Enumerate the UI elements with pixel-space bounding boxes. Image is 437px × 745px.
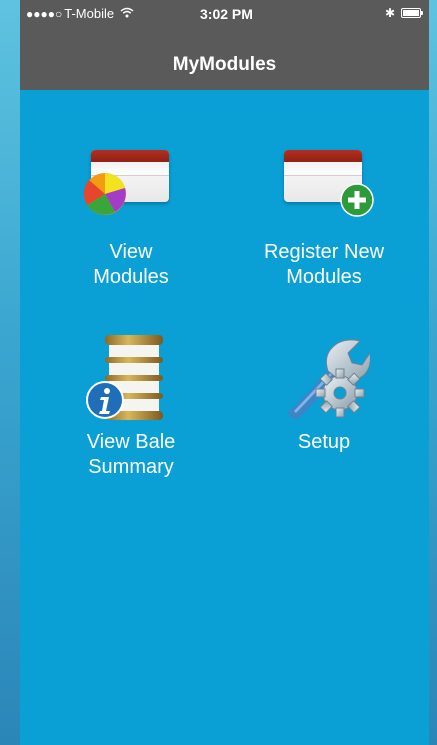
register-modules-label-line2: Modules <box>286 266 362 288</box>
page-title: MyModules <box>172 54 277 75</box>
status-bar: ●●●●○ T-Mobile 3:02 PM ✱ <box>20 0 429 40</box>
setup-label: Setup <box>297 431 351 453</box>
view-modules-label-line1: View <box>109 241 153 263</box>
register-modules-label-line1: Register New <box>263 241 385 263</box>
battery-icon <box>401 8 423 18</box>
view-modules-button[interactable]: View Modules <box>41 145 221 290</box>
navigation-bar: MyModules <box>20 40 429 90</box>
bale-summary-label-line1: View Bale <box>86 431 176 453</box>
view-bale-summary-button[interactable]: View Bale Summary <box>41 335 221 480</box>
wrench-gear-icon <box>274 335 374 425</box>
setup-button[interactable]: Setup <box>234 335 414 455</box>
carrier-info: ●●●●○ T-Mobile <box>26 6 134 21</box>
view-modules-label-line2: Modules <box>93 266 169 288</box>
wifi-icon <box>120 6 134 21</box>
register-new-modules-button[interactable]: Register New Modules <box>234 145 414 290</box>
status-right: ✱ <box>384 6 423 20</box>
status-time: 3:02 PM <box>200 6 253 22</box>
carrier-name: T-Mobile <box>64 6 115 21</box>
signal-strength-icon: ●●●●○ <box>26 6 63 21</box>
module-pie-chart-icon <box>81 145 181 235</box>
bale-info-icon <box>81 335 181 425</box>
app-screen: ●●●●○ T-Mobile 3:02 PM ✱ MyModules View … <box>20 0 429 745</box>
bale-summary-label-line2: Summary <box>88 456 174 478</box>
bluetooth-icon: ✱ <box>384 6 395 20</box>
module-add-icon <box>274 145 374 235</box>
